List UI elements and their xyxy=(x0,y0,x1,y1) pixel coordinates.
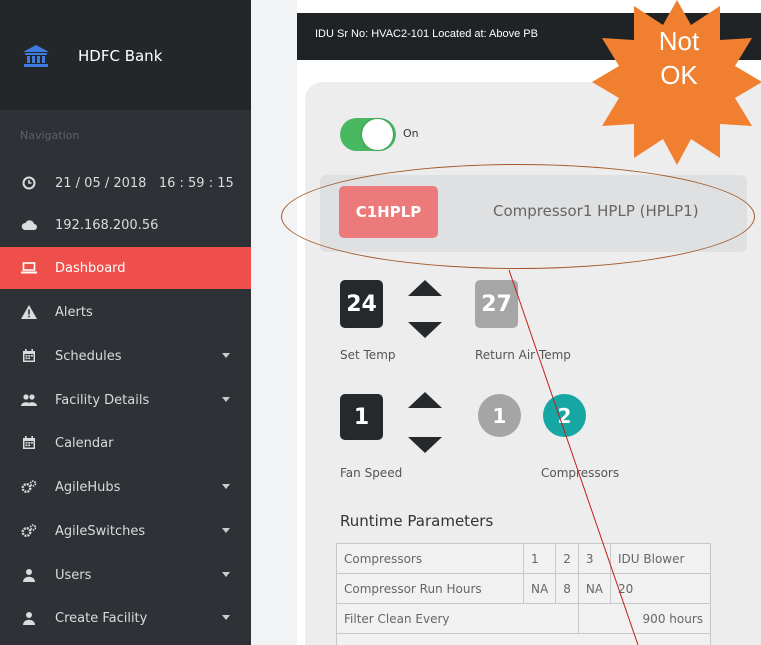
calendar-icon xyxy=(21,348,37,364)
sidebar-item-label: AgileSwitches xyxy=(55,523,146,539)
runtime-parameters-table: Compressors 1 2 3 IDU Blower Compressor … xyxy=(335,543,712,645)
set-temp-up-button[interactable] xyxy=(408,280,442,296)
sidebar-item-calendar[interactable]: Calendar xyxy=(0,422,251,464)
table-cell: 8 xyxy=(555,573,579,604)
power-toggle-knob[interactable] xyxy=(362,119,393,150)
sidebar-item-alerts[interactable]: Alerts xyxy=(0,291,251,333)
fan-speed-value: 1 xyxy=(340,394,383,440)
user-icon xyxy=(21,610,37,626)
table-cell: NA xyxy=(522,573,557,604)
fan-speed-up-button[interactable] xyxy=(408,392,442,408)
chevron-down-icon xyxy=(222,397,230,402)
users-icon xyxy=(21,392,37,408)
sidebar-item-label: Dashboard xyxy=(55,260,126,276)
calendar-icon xyxy=(21,435,37,451)
app-window: HDFC Bank Navigation 21 / 05 / 2018 16 :… xyxy=(0,0,761,645)
chevron-down-icon xyxy=(222,615,230,620)
set-temp-value: 24 xyxy=(340,280,383,328)
table-cell: 1 xyxy=(522,543,557,574)
sidebar-item-facility-details[interactable]: Facility Details xyxy=(0,379,251,421)
compressor-2-indicator[interactable]: 2 xyxy=(543,394,586,437)
cogs-icon xyxy=(21,479,37,495)
bank-icon xyxy=(23,45,49,67)
cloud-icon xyxy=(21,217,37,233)
content-gutter xyxy=(251,0,297,645)
sidebar-item-create-facility[interactable]: Create Facility xyxy=(0,597,251,639)
sidebar-item-schedules[interactable]: Schedules xyxy=(0,335,251,377)
clock-icon xyxy=(21,175,37,191)
chevron-down-icon xyxy=(222,572,230,577)
table-cell: NA xyxy=(577,573,612,604)
sidebar-item-label: AgileHubs xyxy=(55,479,121,495)
not-ok-label: Not OK xyxy=(624,24,734,92)
return-air-temp-value: 27 xyxy=(475,280,518,328)
table-row: Compressor Run Hours NA 8 NA 20 xyxy=(336,573,712,604)
laptop-icon xyxy=(21,260,37,276)
sidebar-item-users[interactable]: Users xyxy=(0,554,251,596)
datetime-text: 21 / 05 / 2018 16 : 59 : 15 xyxy=(55,175,234,191)
set-temp-label: Set Temp xyxy=(340,348,396,362)
table-row: Compressors 1 2 3 IDU Blower xyxy=(336,543,712,574)
sidebar-item-agilehubs[interactable]: AgileHubs xyxy=(0,466,251,508)
return-air-temp-label: Return Air Temp xyxy=(475,348,571,362)
table-cell: 900 hours xyxy=(577,603,712,634)
table-cell: Compressor Run Hours xyxy=(336,573,524,604)
table-cell: Compressors xyxy=(336,543,524,574)
datetime-display: 21 / 05 / 2018 16 : 59 : 15 xyxy=(0,162,251,204)
sidebar-item-label: Users xyxy=(55,567,92,583)
sidebar-item-label: Schedules xyxy=(55,348,122,364)
table-cell: IDU Blower xyxy=(610,543,712,574)
power-toggle-label: On xyxy=(403,127,419,140)
annotation-ellipse xyxy=(281,164,755,269)
sidebar-item-label: Calendar xyxy=(55,435,114,451)
table-cell: 3 xyxy=(577,543,612,574)
fan-speed-down-button[interactable] xyxy=(408,437,442,453)
runtime-parameters-title: Runtime Parameters xyxy=(340,512,494,530)
chevron-down-icon xyxy=(222,484,230,489)
nav-title: Navigation xyxy=(20,129,80,142)
compressors-label: Compressors xyxy=(541,466,620,480)
table-cell xyxy=(335,633,712,645)
set-temp-down-button[interactable] xyxy=(408,322,442,338)
sidebar-item-agileswitches[interactable]: AgileSwitches xyxy=(0,510,251,552)
ip-text: 192.168.200.56 xyxy=(55,217,159,233)
compressor-1-indicator[interactable]: 1 xyxy=(478,394,521,437)
unit-header-text: IDU Sr No: HVAC2-101 Located at: Above P… xyxy=(315,28,538,40)
sidebar-item-dashboard[interactable]: Dashboard xyxy=(0,247,251,289)
chevron-down-icon xyxy=(222,528,230,533)
chevron-down-icon xyxy=(222,353,230,358)
table-cell: Filter Clean Every xyxy=(336,603,579,634)
table-cell: 20 xyxy=(610,573,712,604)
not-ok-label-line2: OK xyxy=(660,60,698,90)
sidebar-item-label: Alerts xyxy=(55,304,93,320)
cogs-icon xyxy=(21,523,37,539)
sidebar-item-label: Create Facility xyxy=(55,610,148,626)
table-cell: 2 xyxy=(555,543,579,574)
sidebar: HDFC Bank Navigation 21 / 05 / 2018 16 :… xyxy=(0,0,251,645)
brand[interactable]: HDFC Bank xyxy=(0,0,251,110)
fan-speed-label: Fan Speed xyxy=(340,466,403,480)
not-ok-label-line1: Not xyxy=(658,26,700,56)
table-row xyxy=(335,633,712,645)
user-icon xyxy=(21,567,37,583)
ip-display: 192.168.200.56 xyxy=(0,204,251,246)
sidebar-item-label: Facility Details xyxy=(55,392,150,408)
table-row: Filter Clean Every 900 hours xyxy=(336,603,712,634)
warning-icon xyxy=(21,304,37,320)
brand-name: HDFC Bank xyxy=(78,47,163,65)
